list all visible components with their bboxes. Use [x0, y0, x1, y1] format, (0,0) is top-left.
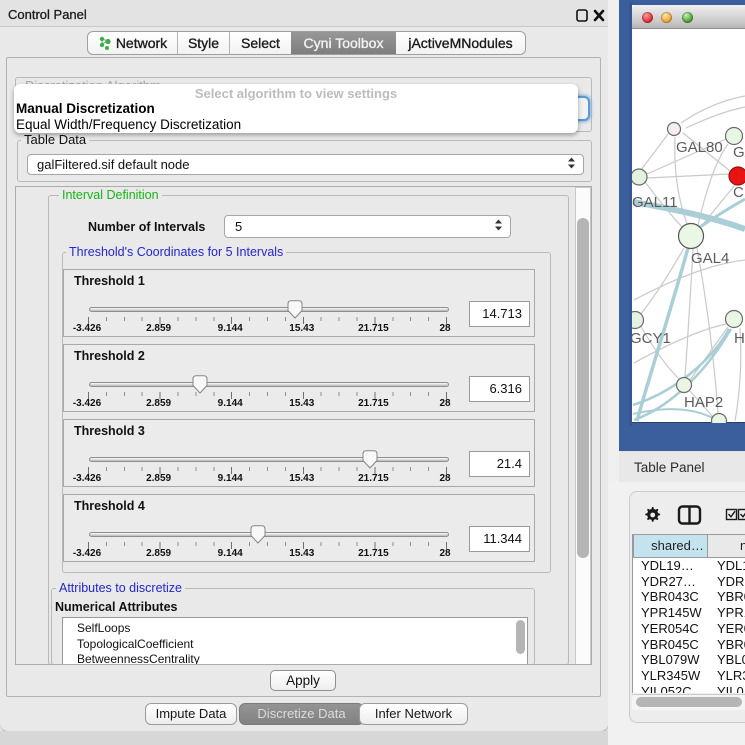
svg-text:C: C [733, 184, 744, 201]
svg-text:GAL11: GAL11 [632, 194, 678, 211]
svg-text:H: H [734, 330, 745, 347]
svg-text:GAL80: GAL80 [676, 139, 723, 156]
svg-text:GA: GA [733, 144, 745, 161]
svg-text:GAL4: GAL4 [691, 250, 729, 267]
svg-text:GCY1: GCY1 [632, 330, 671, 347]
svg-text:HAP2: HAP2 [684, 394, 723, 411]
